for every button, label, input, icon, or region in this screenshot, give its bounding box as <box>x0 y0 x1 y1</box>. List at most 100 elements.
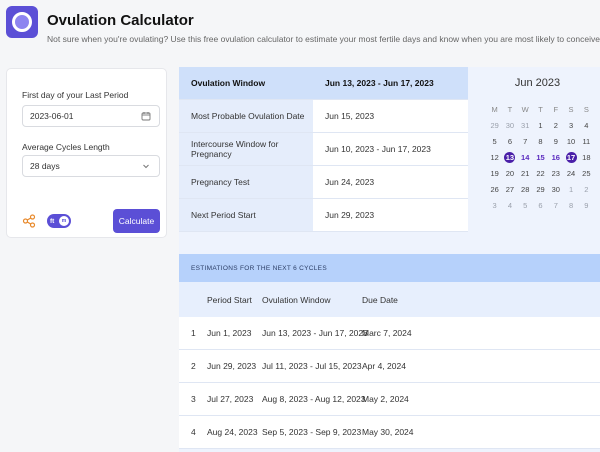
calendar-day[interactable]: 3 <box>487 200 502 211</box>
calendar-day[interactable]: 6 <box>502 136 517 147</box>
share-icon[interactable] <box>22 214 36 228</box>
column-header-due-date: Due Date <box>362 295 398 305</box>
calendar-day[interactable]: 28 <box>518 184 533 195</box>
calendar-day[interactable]: 11 <box>579 136 594 147</box>
period-start-cell: Aug 24, 2023 <box>207 427 258 437</box>
summary-row-next-period: Next Period Start Jun 29, 2023 <box>179 199 468 232</box>
calendar-day[interactable]: 12 <box>487 152 502 163</box>
calendar-day[interactable]: 7 <box>518 136 533 147</box>
page-subtitle: Not sure when you're ovulating? Use this… <box>47 34 600 44</box>
calendar-day[interactable]: 1 <box>533 120 548 131</box>
period-start-cell: Jun 29, 2023 <box>207 361 257 371</box>
results-panel: Ovulation Window Jun 13, 2023 - Jun 17, … <box>179 67 600 452</box>
calendar-day[interactable]: 25 <box>579 168 594 179</box>
calendar-day-fertile[interactable]: 16 <box>548 152 563 163</box>
calendar-day[interactable]: 9 <box>579 200 594 211</box>
calculator-form: First day of your Last Period 2023-06-01… <box>6 68 167 238</box>
ovulation-window-cell: Sep 5, 2023 - Sep 9, 2023 <box>262 427 362 437</box>
calendar-day-ovulation[interactable]: 17 <box>565 152 577 163</box>
calendar-day[interactable]: 29 <box>533 184 548 195</box>
due-date-cell: May 30, 2024 <box>362 427 414 437</box>
calendar-day[interactable]: 30 <box>502 120 517 131</box>
summary-value: Jun 15, 2023 <box>313 100 468 132</box>
calendar-day[interactable]: 30 <box>548 184 563 195</box>
weekday-label: F <box>553 105 559 114</box>
calendar-day[interactable]: 10 <box>563 136 578 147</box>
calendar-day-ovulation[interactable]: 13 <box>504 152 516 163</box>
unit-toggle[interactable]: ft m <box>47 214 71 228</box>
calendar-icon[interactable] <box>141 111 151 121</box>
weekday-label: W <box>521 105 529 114</box>
calendar-day[interactable]: 27 <box>502 184 517 195</box>
period-date-input[interactable]: 2023-06-01 <box>22 105 160 127</box>
calendar-day[interactable]: 7 <box>548 200 563 211</box>
form-actions: ft m Calculate <box>22 209 160 233</box>
summary-row-probable-ovulation: Most Probable Ovulation Date Jun 15, 202… <box>179 100 468 133</box>
summary-row-pregnancy-test: Pregnancy Test Jun 24, 2023 <box>179 166 468 199</box>
summary-value: Jun 24, 2023 <box>313 166 468 198</box>
row-number: 1 <box>191 328 196 338</box>
weekday-label: S <box>568 105 574 114</box>
summary-value: Jun 10, 2023 - Jun 17, 2023 <box>313 133 468 165</box>
calendar-day[interactable]: 3 <box>563 120 578 131</box>
calendar-day[interactable]: 2 <box>579 184 594 195</box>
month-calendar: Jun 2023 M T W T F S S 29 30 31 1 2 3 4 5 6 7 8 9 10 11 12 13 1… <box>475 67 600 233</box>
cycle-length-label: Average Cycles Length <box>22 142 110 152</box>
weekday-label: M <box>491 105 498 114</box>
calendar-day[interactable]: 4 <box>579 120 594 131</box>
summary-label: Ovulation Window <box>179 67 313 99</box>
calendar-day[interactable]: 24 <box>563 168 578 179</box>
period-start-cell: Jul 27, 2023 <box>207 394 254 404</box>
page-title: Ovulation Calculator <box>47 12 194 29</box>
chevron-down-icon <box>143 164 149 169</box>
calendar-day[interactable]: 8 <box>563 200 578 211</box>
calendar-day[interactable]: 19 <box>487 168 502 179</box>
calendar-day[interactable]: 5 <box>487 136 502 147</box>
calendar-day[interactable]: 9 <box>548 136 563 147</box>
calendar-day[interactable]: 18 <box>579 152 594 163</box>
summary-row-intercourse-window: Intercourse Window for Pregnancy Jun 10,… <box>179 133 468 166</box>
due-date-cell: May 2, 2024 <box>362 394 409 404</box>
calendar-day[interactable]: 29 <box>487 120 502 131</box>
calendar-day[interactable]: 22 <box>533 168 548 179</box>
calendar-day[interactable]: 23 <box>548 168 563 179</box>
summary-label: Next Period Start <box>179 199 313 231</box>
app-logo <box>6 6 38 38</box>
calendar-day[interactable]: 4 <box>502 200 517 211</box>
calendar-day-fertile[interactable]: 15 <box>533 152 548 163</box>
ovulation-window-cell: Jul 11, 2023 - Jul 15, 2023 <box>262 361 362 371</box>
calendar-day[interactable]: 20 <box>502 168 517 179</box>
calendar-day-fertile[interactable]: 14 <box>518 152 533 163</box>
calendar-day[interactable]: 31 <box>518 120 533 131</box>
summary-label: Intercourse Window for Pregnancy <box>179 133 313 165</box>
table-row: 1 Jun 1, 2023 Jun 13, 2023 - Jun 17, 202… <box>179 317 600 350</box>
summary-value: Jun 29, 2023 <box>313 199 468 231</box>
calendar-grid: M T W T F S S 29 30 31 1 2 3 4 5 6 7 8 9 10 11 12 13 14 15 16 17 18… <box>487 104 594 211</box>
cycle-length-select[interactable]: 28 days <box>22 155 160 177</box>
calculate-button[interactable]: Calculate <box>113 209 160 233</box>
calendar-day[interactable]: 2 <box>548 120 563 131</box>
row-number: 3 <box>191 394 196 404</box>
calendar-day[interactable]: 6 <box>533 200 548 211</box>
cycle-length-value: 28 days <box>30 161 60 171</box>
ovulation-window-cell: Jun 13, 2023 - Jun 17, 2023 <box>262 328 368 338</box>
calendar-day[interactable]: 5 <box>518 200 533 211</box>
period-label: First day of your Last Period <box>22 90 129 100</box>
summary-row-ovulation-window: Ovulation Window Jun 13, 2023 - Jun 17, … <box>179 67 468 100</box>
period-start-cell: Jun 1, 2023 <box>207 328 252 338</box>
calendar-day[interactable]: 1 <box>563 184 578 195</box>
weekday-label: T <box>507 105 513 114</box>
calendar-month-title: Jun 2023 <box>514 77 561 89</box>
unit-toggle-knob: m <box>59 216 69 226</box>
weekday-label: T <box>538 105 543 114</box>
calendar-day[interactable]: 26 <box>487 184 502 195</box>
calendar-day[interactable]: 21 <box>518 168 533 179</box>
estimations-heading: ESTIMATIONS FOR THE NEXT 6 CYCLES <box>179 254 600 282</box>
due-date-cell: Marc 7, 2024 <box>362 328 412 338</box>
summary-label: Pregnancy Test <box>179 166 313 198</box>
estimations-column-headers: Period Start Ovulation Window Due Date <box>179 282 600 317</box>
summary-label: Most Probable Ovulation Date <box>179 100 313 132</box>
calendar-day[interactable]: 8 <box>533 136 548 147</box>
weekday-label: S <box>583 105 589 114</box>
summary-value: Jun 13, 2023 - Jun 17, 2023 <box>313 67 468 99</box>
